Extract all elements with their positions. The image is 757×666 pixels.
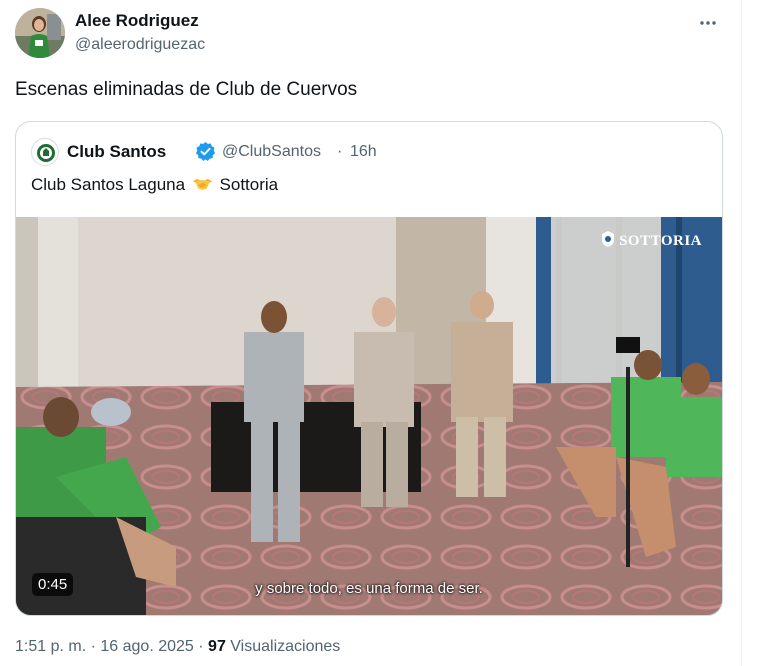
author-name[interactable]: Alee Rodriguez — [75, 11, 199, 31]
video-watermark-text: SOTTORIA — [619, 233, 702, 249]
quoted-text: Club Santos Laguna Sottoria — [31, 175, 278, 195]
verified-badge-icon — [195, 141, 216, 162]
quoted-text-part2: Sottoria — [219, 175, 279, 194]
meta-separator: · — [90, 638, 96, 655]
more-options-button[interactable] — [695, 10, 721, 36]
video-player[interactable]: SOTTORIA 0:45 y sobre todo, es una forma… — [16, 217, 722, 615]
handshake-icon — [192, 178, 212, 190]
author-avatar[interactable] — [15, 8, 65, 58]
tweet-text: Escenas eliminadas de Club de Cuervos — [15, 79, 358, 100]
tweet-header: Alee Rodriguez @aleerodriguezac — [15, 8, 727, 60]
quoted-avatar[interactable] — [31, 138, 59, 166]
quoted-name[interactable]: Club Santos — [67, 142, 166, 162]
club-crest-icon — [33, 140, 58, 165]
tweet-time[interactable]: 1:51 p. m. — [15, 638, 86, 655]
quoted-tweet[interactable]: Club Santos @ClubSantos · 16h Club Santo… — [15, 121, 723, 616]
views-count: 97 — [208, 638, 226, 655]
video-frame — [16, 217, 722, 615]
video-subtitle: y sobre todo, es una forma de ser. — [255, 580, 483, 597]
quoted-time[interactable]: 16h — [350, 143, 377, 161]
column-divider — [741, 0, 742, 666]
meta-separator: · — [198, 638, 204, 655]
tweet-metadata: 1:51 p. m. · 16 ago. 2025 · 97 Visualiza… — [15, 638, 340, 656]
tweet-date[interactable]: 16 ago. 2025 — [100, 638, 193, 655]
quoted-text-part1: Club Santos Laguna — [31, 175, 186, 194]
quoted-handle[interactable]: @ClubSantos — [222, 143, 321, 161]
more-icon — [700, 21, 716, 25]
views-label: Visualizaciones — [230, 638, 341, 655]
quoted-header: Club Santos @ClubSantos · 16h — [31, 137, 711, 167]
video-watermark: SOTTORIA — [601, 231, 702, 250]
author-handle[interactable]: @aleerodriguezac — [75, 36, 205, 54]
sottoria-logo-icon — [602, 231, 615, 247]
separator-dot: · — [337, 143, 343, 160]
